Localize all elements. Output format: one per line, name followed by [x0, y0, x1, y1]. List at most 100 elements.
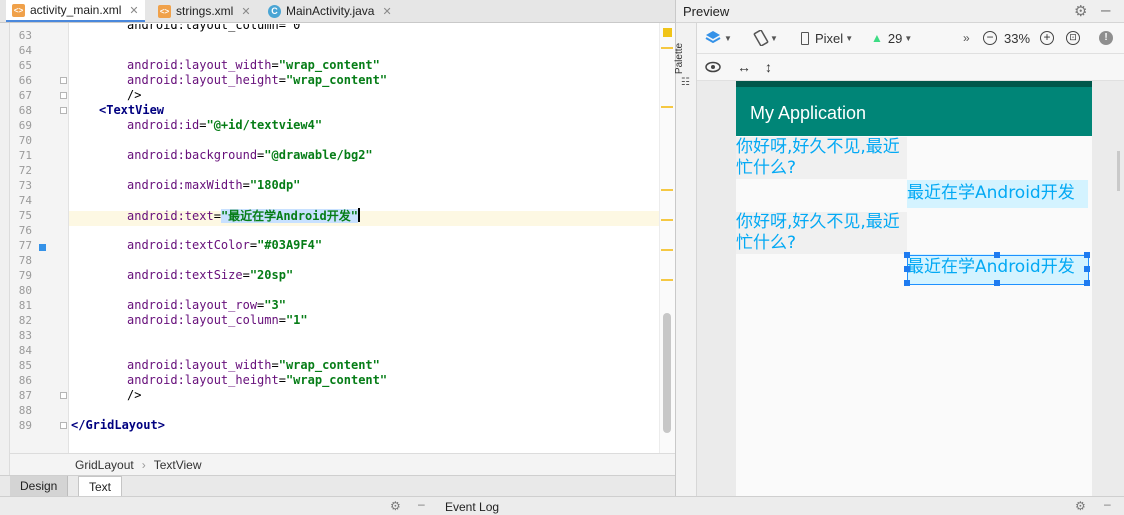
warning-mark[interactable] [661, 47, 673, 49]
xml-value: "wrap_content" [278, 58, 380, 72]
tab-activity-main-xml[interactable]: <> activity_main.xml ✕ [6, 0, 145, 22]
fold-marker-icon[interactable] [60, 77, 67, 84]
minimize-icon[interactable]: – [418, 497, 425, 511]
warning-mark[interactable] [661, 279, 673, 281]
line-number: 74 [18, 194, 32, 207]
android-icon: ▲ [871, 31, 883, 45]
design-canvas[interactable]: My Application 你好呀,好久不见,最近忙什么? 最近在学Andro… [697, 81, 1124, 496]
warning-mark[interactable] [661, 189, 673, 191]
tab-mainactivity-java[interactable]: C MainActivity.java ✕ [262, 0, 398, 22]
fold-marker-icon[interactable] [60, 92, 67, 99]
code-line: android:layout_row="3" [127, 298, 286, 313]
line-number: 89 [18, 419, 32, 432]
xml-value: "1" [285, 313, 308, 327]
xml-value: "最近在学Android开发" [220, 209, 358, 223]
code-line: android:layout_width="wrap_content" [127, 358, 380, 373]
tab-design[interactable]: Design [10, 476, 69, 497]
code-line: android:id="@+id/textview4" [127, 118, 322, 133]
close-icon[interactable]: ✕ [129, 4, 138, 17]
line-number: 73 [18, 179, 32, 192]
resize-handle[interactable] [904, 266, 910, 272]
xml-value: "wrap_content" [278, 358, 380, 372]
xml-attribute: android:id [127, 118, 200, 132]
line-number: 82 [18, 314, 32, 327]
eye-icon[interactable] [705, 54, 721, 80]
line-number: 77 [18, 239, 32, 252]
breadcrumb-separator: › [141, 458, 146, 472]
line-number: 86 [18, 374, 32, 387]
close-icon[interactable]: ✕ [382, 5, 391, 18]
xml-file-icon: <> [158, 4, 171, 18]
warning-mark[interactable] [661, 249, 673, 251]
equals-sign: = [278, 313, 286, 327]
left-tool-strip [0, 23, 10, 475]
resize-handle[interactable] [904, 280, 910, 286]
fold-marker-icon[interactable] [60, 422, 67, 429]
java-class-icon: C [268, 4, 281, 18]
line-number: 66 [18, 74, 32, 87]
vertical-arrows-icon[interactable]: ↕ [765, 54, 772, 80]
layers-icon[interactable]: ▼ [705, 23, 732, 53]
orientation-icon[interactable]: ▼ [753, 23, 778, 53]
gear-icon[interactable]: ⚙ [1075, 499, 1086, 513]
line-number: 70 [18, 134, 32, 147]
code-line: android:layout_height="wrap_content" [127, 73, 387, 88]
canvas-scrollbar[interactable] [1117, 151, 1120, 191]
line-number: 69 [18, 119, 32, 132]
resize-handle[interactable] [994, 280, 1000, 286]
editor-scrollbar[interactable] [659, 23, 676, 453]
scrollbar-thumb[interactable] [663, 313, 671, 433]
preview-toolbar-secondary: ↔ ↕ [697, 54, 1124, 81]
line-number: 87 [18, 389, 32, 402]
warning-indicator-icon[interactable] [663, 28, 672, 37]
resize-handle[interactable] [994, 252, 1000, 258]
breadcrumb-item-gridlayout[interactable]: GridLayout [75, 458, 134, 472]
warning-icon[interactable]: ! [1099, 23, 1113, 53]
zoom-in-icon[interactable]: + [1040, 23, 1054, 53]
textview-1[interactable]: 你好呀,好久不见,最近忙什么? [736, 137, 907, 179]
resize-handle[interactable] [1084, 280, 1090, 286]
code-line: android:textColor="#03A9F4" [127, 238, 322, 253]
xml-value: "@+id/textview4" [206, 118, 323, 132]
line-number: 81 [18, 299, 32, 312]
warning-mark[interactable] [661, 106, 673, 108]
tab-strings-xml[interactable]: <> strings.xml ✕ [152, 0, 257, 22]
close-icon[interactable]: ✕ [241, 5, 250, 18]
more-icon[interactable]: » [963, 23, 970, 53]
gear-icon[interactable]: ⚙ [1074, 2, 1087, 20]
code-line: android:maxWidth="180dp" [127, 178, 300, 193]
app-bar: My Application [736, 87, 1092, 136]
device-selector[interactable]: Pixel ▼ [801, 23, 853, 53]
warning-mark[interactable] [661, 219, 673, 221]
equals-sign: = [278, 73, 286, 87]
resize-handle[interactable] [1084, 266, 1090, 272]
resize-handle[interactable] [1084, 252, 1090, 258]
xml-attribute: android:text [127, 209, 214, 223]
xml-value: "wrap_content" [285, 73, 388, 87]
resize-handle[interactable] [904, 252, 910, 258]
fold-marker-icon[interactable] [60, 392, 67, 399]
tab-text[interactable]: Text [78, 476, 123, 498]
api-selector[interactable]: ▲ 29 ▼ [871, 23, 912, 53]
xml-attribute: android:textSize [127, 268, 243, 282]
breadcrumb-item-textview[interactable]: TextView [154, 458, 202, 472]
preview-toolbar: ▼ ▼ Pixel ▼ ▲ 29 ▼ » − 33% + ⊡ ! [697, 23, 1124, 54]
tab-label: strings.xml [176, 4, 234, 18]
fold-marker-icon[interactable] [60, 107, 67, 114]
textview-2[interactable]: 最近在学Android开发 [907, 180, 1088, 208]
component-tree-icon[interactable]: ☷ [681, 77, 690, 88]
textview-3[interactable]: 你好呀,好久不见,最近忙什么? [736, 212, 907, 254]
xml-attribute: android:layout_width [127, 358, 272, 372]
minimize-icon[interactable]: – [1104, 497, 1111, 511]
horizontal-arrows-icon[interactable]: ↔ [737, 54, 751, 80]
gear-icon[interactable]: ⚙ [390, 499, 401, 513]
zoom-to-fit-icon[interactable]: ⊡ [1066, 23, 1080, 53]
code-line: android:background="@drawable/bg2" [127, 148, 373, 163]
device-label: Pixel [815, 30, 844, 46]
xml-value: "wrap_content" [285, 373, 388, 387]
event-log-label[interactable]: Event Log [445, 500, 499, 514]
zoom-out-icon[interactable]: − [983, 23, 997, 53]
line-number: 76 [18, 224, 32, 237]
minimize-icon[interactable]: – [1101, 0, 1110, 20]
line-number: 85 [18, 359, 32, 372]
